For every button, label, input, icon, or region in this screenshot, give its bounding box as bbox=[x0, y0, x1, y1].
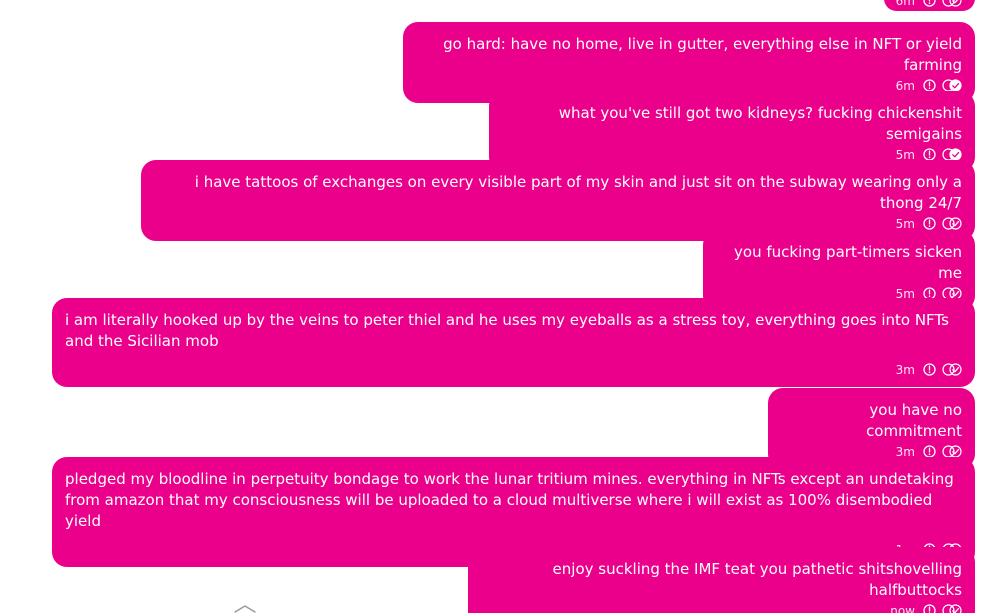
message-text: you have no commitment bbox=[866, 401, 962, 440]
message-time: 6m bbox=[895, 0, 915, 8]
message-time: now bbox=[890, 603, 915, 613]
double-check-icon bbox=[942, 363, 962, 376]
message-meta: 6m bbox=[896, 0, 962, 9]
message-text: you fucking part-timers sicken me bbox=[734, 243, 962, 282]
message-text: i am literally hooked up by the veins to… bbox=[65, 311, 949, 350]
clock-icon bbox=[923, 217, 936, 230]
chevron-up-icon[interactable] bbox=[233, 598, 257, 613]
message-meta: now bbox=[481, 602, 962, 613]
double-check-icon bbox=[942, 0, 962, 7]
chat-thread[interactable]: 6m go hard: have no home, live in gutter… bbox=[0, 0, 993, 613]
message-text: i have tattoos of exchanges on every vis… bbox=[194, 173, 962, 212]
double-check-icon bbox=[942, 604, 962, 613]
message-time: 5m bbox=[895, 216, 915, 231]
double-check-icon bbox=[942, 217, 962, 230]
message-time: 3m bbox=[895, 362, 915, 377]
clock-icon bbox=[923, 0, 936, 7]
message-text: go hard: have no home, live in gutter, e… bbox=[443, 35, 962, 74]
message-text: pledged my bloodline in perpetuity bonda… bbox=[65, 470, 954, 530]
message-bubble[interactable]: enjoy suckling the IMF teat you pathetic… bbox=[468, 547, 975, 613]
message-bubble[interactable]: i am literally hooked up by the veins to… bbox=[52, 298, 975, 387]
message-text: enjoy suckling the IMF teat you pathetic… bbox=[552, 560, 962, 599]
clock-icon bbox=[923, 604, 936, 613]
message-bubble[interactable]: i have tattoos of exchanges on every vis… bbox=[141, 160, 975, 241]
message-meta: 3m bbox=[65, 361, 962, 378]
message-text: what you've still got two kidneys? fucki… bbox=[558, 104, 962, 143]
message-bubble[interactable]: 6m bbox=[884, 0, 975, 11]
clock-icon bbox=[923, 363, 936, 376]
